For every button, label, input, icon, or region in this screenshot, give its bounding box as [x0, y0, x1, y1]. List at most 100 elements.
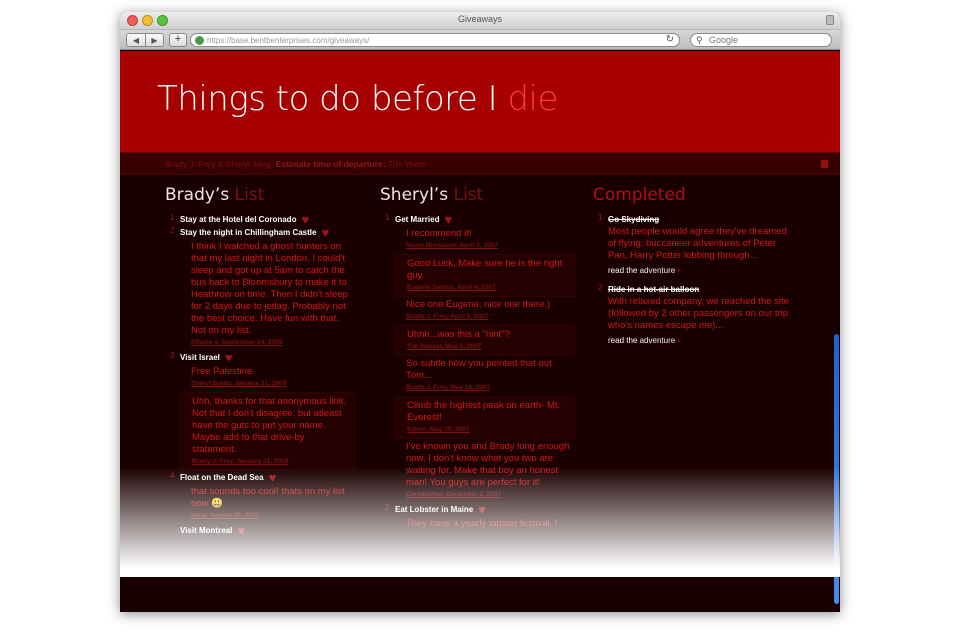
read-more-link[interactable]: read the adventure ›	[608, 266, 793, 275]
sub-bar: Brady J. Frey & Sheryl Jang. Estimate ti…	[120, 153, 840, 175]
comment-meta[interactable]: Sheryl Brady, January 31, 2009	[191, 380, 355, 387]
comment: Uhh, thanks for that anonymous link. Not…	[180, 392, 355, 471]
forward-button[interactable]: ▶	[145, 34, 163, 46]
comment-text: So subtle how you pointed that out Tom..…	[406, 358, 552, 381]
item-title[interactable]: Get Married	[395, 215, 439, 224]
list-item: 1 Get Married ♥ I recommend it! Noam Birnbau…	[385, 213, 575, 503]
comment-text: I think I watched a ghost hunters on tha…	[191, 241, 348, 336]
comment-meta[interactable]: Edwin, May 29, 2007	[407, 426, 570, 433]
heart-icon[interactable]: ♥	[321, 226, 329, 239]
item-title-row[interactable]: Get Married ♥	[395, 213, 575, 226]
departure-label: Estimate time of departure:	[275, 159, 386, 169]
comment-meta[interactable]: Tim Nesser, May 5, 2007	[407, 343, 570, 350]
completed-excerpt: With relaxed company, we reached the sit…	[608, 296, 789, 331]
subbar-text: Brady J. Frey & Sheryl Jang. Estimate ti…	[165, 159, 426, 169]
item-title[interactable]: Visit Israel	[180, 353, 220, 362]
item-number: 2	[170, 226, 175, 235]
heart-icon[interactable]: ♥	[225, 351, 233, 364]
brady-list-heading: Brady’s List	[165, 185, 355, 205]
completed-title[interactable]: Ride in a hot-air balloon	[608, 283, 793, 296]
comment-text: Climb the highest peak on earth- Mt. Eve…	[407, 400, 561, 423]
comment-meta[interactable]: Brady J. Frey, May 18, 2007	[406, 384, 575, 391]
page-title: Things to do before I die	[157, 79, 558, 119]
comment-author[interactable]: Sheryl Brady, January 31, 2009	[191, 380, 286, 387]
address-bar[interactable]: https://base.bentbenterprises.com/giveaw…	[190, 33, 680, 47]
chevron-right-icon[interactable]: ›	[675, 336, 680, 345]
comment-author[interactable]: Brady J. Frey, January 31, 2009	[192, 458, 288, 465]
read-label[interactable]: read the	[608, 336, 637, 345]
item-number: 2	[598, 283, 603, 292]
completed-title[interactable]: Go Skydiving	[608, 213, 793, 226]
departure-value: 70+ Years	[388, 159, 427, 169]
comment: Free Palestine Sheryl Brady, January 31, …	[191, 364, 355, 392]
search-icon: ⚲	[696, 35, 703, 45]
item-title-row[interactable]: Visit Israel ♥	[180, 351, 355, 364]
browser-toolbar: ◀ ▶ + https://base.bentbenterprises.com/…	[120, 30, 840, 50]
comment-text: Uhhh...was this a "hint"?	[407, 329, 510, 340]
bottom-fade	[120, 467, 840, 577]
owners-names: Brady J. Frey & Sheryl Jang.	[165, 159, 274, 169]
title-bar: Giveaways	[120, 12, 840, 30]
item-title[interactable]: Stay at the Hotel del Coronado	[180, 215, 296, 224]
comment-meta[interactable]: Eugene Santos, April 4, 2007	[407, 284, 570, 291]
comment-text: Nice one Eugene, nice one there.)	[406, 299, 551, 310]
comment-author[interactable]: Noam Birnbaum, April 3, 2007	[406, 242, 498, 249]
item-number: 3	[170, 351, 175, 360]
comment-author[interactable]: Brady J. Frey, April 5, 2007	[406, 313, 488, 320]
comment-author[interactable]: tiffanie o, September 14, 2009	[191, 339, 282, 346]
lock-icon	[826, 15, 834, 25]
item-number: 1	[598, 213, 603, 222]
url-text: https://base.bentbenterprises.com/giveaw…	[207, 36, 370, 45]
chevron-right-icon[interactable]: ›	[675, 266, 680, 275]
comment: Good Luck, Make sure he is the right guy…	[395, 254, 575, 297]
comment-author[interactable]: Edwin, May 29, 2007	[407, 426, 470, 433]
lock-icon[interactable]	[821, 160, 828, 168]
heart-icon[interactable]: ♥	[444, 213, 452, 226]
completed-heading: Completed	[593, 185, 686, 205]
sheryl-list-heading: Sheryl’s List	[380, 185, 575, 205]
comment: I recommend it! Noam Birnbaum, April 3, 2…	[406, 226, 575, 254]
search-field[interactable]: ⚲ Google	[690, 33, 832, 47]
search-placeholder: Google	[709, 35, 739, 45]
completed-item: 1 Go Skydiving Most people would agree the…	[598, 213, 793, 275]
site-header: Things to do before I die	[120, 51, 840, 153]
read-label[interactable]: read the	[608, 266, 637, 275]
browser-window: Giveaways ◀ ▶ + https://base.bentbenterp…	[120, 12, 840, 612]
completed-items: 1 Go Skydiving Most people would agree the…	[593, 213, 793, 345]
comment-author[interactable]: Eugene Santos, April 4, 2007	[407, 284, 496, 291]
back-button[interactable]: ◀	[127, 34, 145, 46]
comment-meta[interactable]: Noam Birnbaum, April 3, 2007	[406, 242, 575, 249]
comment: Climb the highest peak on earth- Mt. Eve…	[395, 396, 575, 439]
comment-meta[interactable]: Brady J. Frey, April 5, 2007	[406, 313, 575, 320]
heart-icon[interactable]: ♥	[301, 213, 309, 226]
heading-main: Brady’s	[165, 185, 235, 205]
reload-icon[interactable]: ↻	[666, 34, 674, 45]
comment: Nice one Eugene, nice one there.) Brady J…	[406, 297, 575, 325]
comment-text: Uhh, thanks for that anonymous link. Not…	[192, 396, 347, 455]
item-number: 1	[170, 213, 175, 222]
comment-meta[interactable]: tiffanie o, September 14, 2009	[191, 339, 355, 346]
heading-main: Sheryl’s	[380, 185, 454, 205]
item-title[interactable]: Stay the night in Chillingham Castle	[180, 228, 316, 237]
read-label-2[interactable]: adventure	[640, 266, 676, 275]
completed-excerpt: Most people would agree they've dreamed …	[608, 226, 787, 261]
add-bookmark-button[interactable]: +	[169, 33, 187, 47]
comment: So subtle how you pointed that out Tom..…	[406, 356, 575, 396]
nav-buttons: ◀ ▶	[126, 33, 164, 47]
read-more-link[interactable]: read the adventure ›	[608, 336, 793, 345]
comment: Uhhh...was this a "hint"? Tim Nesser, May…	[395, 325, 575, 356]
comment: I think I watched a ghost hunters on tha…	[191, 239, 355, 351]
completed-column: Completed 1 Go Skydiving Most people would…	[593, 185, 793, 353]
comment-text: I recommend it!	[406, 228, 472, 239]
comment-meta[interactable]: Brady J. Frey, January 31, 2009	[192, 458, 350, 465]
list-item: 3 Visit Israel ♥ Free Palestine Sheryl Brady…	[170, 351, 355, 471]
page-title-highlight: die	[507, 79, 558, 119]
comment-author[interactable]: Brady J. Frey, May 18, 2007	[406, 384, 490, 391]
comment-author[interactable]: Tim Nesser, May 5, 2007	[407, 343, 481, 350]
item-title-row[interactable]: Stay the night in Chillingham Castle ♥	[180, 226, 355, 239]
comment-text: Free Palestine	[191, 366, 253, 377]
read-label-2[interactable]: adventure	[640, 336, 676, 345]
window-title: Giveaways	[457, 14, 502, 24]
heading-dim: List	[453, 185, 484, 205]
comment-text: Good Luck, Make sure he is the right guy…	[407, 258, 563, 281]
